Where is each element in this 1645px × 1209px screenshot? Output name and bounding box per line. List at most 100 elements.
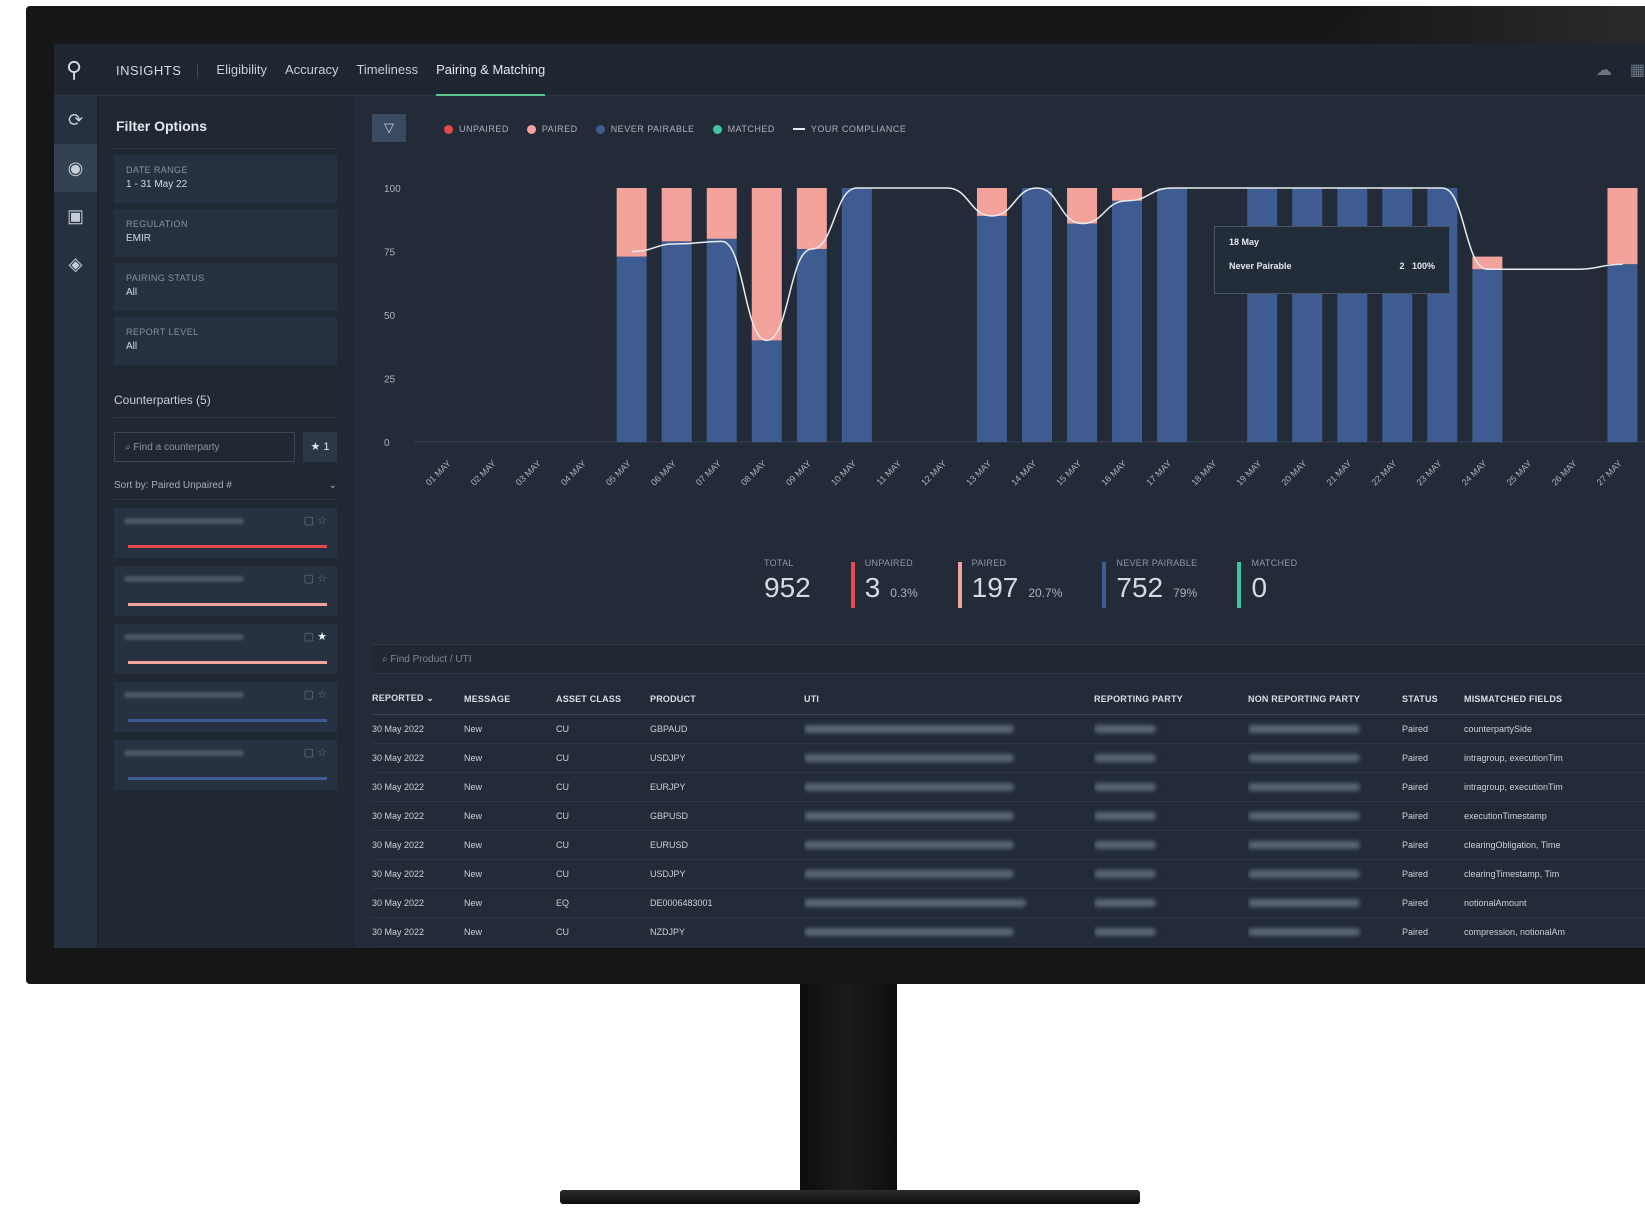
counterparty-item[interactable]: ▢ ★ bbox=[114, 624, 337, 674]
icon-rail: ⟳ ◉ ▣ ◈ bbox=[54, 96, 98, 948]
x-tick-label: 01 MAY bbox=[424, 458, 453, 487]
chevron-down-icon: ⌄ bbox=[328, 480, 337, 491]
bar-never-pairable bbox=[841, 188, 872, 442]
col-reporting-party[interactable]: REPORTING PARTY bbox=[1094, 684, 1248, 715]
redacted-value bbox=[1094, 783, 1156, 792]
counterparties-title: Counterparties (5) bbox=[114, 393, 337, 418]
bar-paired bbox=[616, 188, 647, 257]
counterparty-name-redacted bbox=[124, 634, 244, 640]
table-row[interactable]: 30 May 2022 New CU EURJPY Paired intragroup, … bbox=[372, 772, 1645, 802]
grid-icon[interactable]: ▦ bbox=[1630, 60, 1645, 80]
redacted-value bbox=[1094, 841, 1156, 850]
col-product[interactable]: PRODUCT bbox=[650, 684, 804, 715]
col-mismatched-fields[interactable]: MISMATCHED FIELDS bbox=[1464, 684, 1645, 715]
table-search-input[interactable]: ⌕ Find Product / UTI bbox=[372, 644, 1645, 674]
col-status[interactable]: STATUS bbox=[1402, 684, 1464, 715]
table-row[interactable]: 30 May 2022 New CU GBPUSD Paired executionTim… bbox=[372, 801, 1645, 831]
redacted-value bbox=[804, 899, 1026, 908]
bar-paired bbox=[706, 188, 737, 239]
legend-matched[interactable]: MATCHED bbox=[712, 124, 775, 134]
redacted-value bbox=[1248, 812, 1360, 821]
filter-value: 1 - 31 May 22 bbox=[126, 179, 188, 190]
counterparty-item[interactable]: ▢ ☆ bbox=[114, 508, 337, 558]
cell-non-reporting-party bbox=[1248, 772, 1402, 802]
eye-icon[interactable]: ◉ bbox=[54, 144, 97, 192]
favourites-button[interactable]: ★ 1 bbox=[303, 432, 337, 462]
note-icon[interactable]: ▢ bbox=[304, 515, 314, 527]
sort-dropdown[interactable]: Sort by: Paired Unpaired # ⌄ bbox=[114, 480, 337, 500]
counterparty-item[interactable]: ▢ ☆ bbox=[114, 740, 337, 790]
tab-accuracy[interactable]: Accuracy bbox=[285, 44, 338, 96]
table-row[interactable]: 30 May 2022 New CU USDJPY Paired clearingTime… bbox=[372, 859, 1645, 889]
filter-report-level[interactable]: REPORT LEVEL All bbox=[114, 317, 337, 365]
summary-stats: TOTAL 952 UNPAIRED 30.3% PAIRED 19720. bbox=[764, 558, 1297, 608]
note-icon[interactable]: ▢ bbox=[304, 631, 314, 643]
table-row[interactable]: 30 May 2022 New EQ DE0006483001 Paired notion… bbox=[372, 888, 1645, 918]
cell-status: Paired bbox=[1402, 743, 1464, 773]
x-tick-label: 06 MAY bbox=[649, 458, 678, 487]
counterparty-name-redacted bbox=[124, 750, 244, 756]
redacted-value bbox=[1248, 754, 1360, 763]
note-icon[interactable]: ▢ bbox=[304, 747, 314, 759]
col-asset-class[interactable]: ASSET CLASS bbox=[556, 684, 650, 715]
cell-product: GBPAUD bbox=[650, 714, 804, 744]
legend-compliance[interactable]: YOUR COMPLIANCE bbox=[792, 124, 907, 134]
cell-status: Paired bbox=[1402, 714, 1464, 744]
filter-label: REPORT LEVEL bbox=[126, 327, 199, 337]
table-row[interactable]: 30 May 2022 New CU NZDJPY Paired compression,… bbox=[372, 917, 1645, 947]
tab-eligibility[interactable]: Eligibility bbox=[216, 44, 267, 96]
stat-pct: 20.7% bbox=[1028, 586, 1063, 600]
col-uti[interactable]: UTI bbox=[804, 684, 1094, 715]
star-icon[interactable]: ★ bbox=[317, 631, 327, 643]
x-tick-label: 25 MAY bbox=[1505, 458, 1534, 487]
note-icon[interactable]: ▢ bbox=[304, 573, 314, 585]
counterparty-search-input[interactable]: ⌕ Find a counterparty bbox=[114, 432, 295, 462]
cell-reporting-party bbox=[1094, 772, 1248, 802]
col-non-reporting-party[interactable]: NON REPORTING PARTY bbox=[1248, 684, 1402, 715]
filter-pairing-status[interactable]: PAIRING STATUS All bbox=[114, 263, 337, 311]
top-right-tools: ☁ ▦ bbox=[1596, 60, 1645, 80]
cell-uti bbox=[804, 714, 1094, 744]
legend-paired[interactable]: PAIRED bbox=[526, 124, 578, 134]
bezel-highlight bbox=[1315, 6, 1645, 46]
filter-toggle-button[interactable]: ▽ bbox=[372, 114, 406, 142]
counterparty-item[interactable]: ▢ ☆ bbox=[114, 566, 337, 616]
star-icon[interactable]: ☆ bbox=[317, 689, 327, 701]
star-icon[interactable]: ☆ bbox=[317, 747, 327, 759]
stat-color-bar bbox=[1102, 562, 1107, 608]
table-row[interactable]: 30 May 2022 New CU USDJPY Paired intragroup, … bbox=[372, 743, 1645, 773]
legend-label: NEVER PAIRABLE bbox=[610, 124, 695, 134]
bar-paired bbox=[1607, 188, 1638, 265]
tab-pairing-matching[interactable]: Pairing & Matching bbox=[436, 44, 546, 96]
counterparty-item[interactable]: ▢ ☆ bbox=[114, 682, 337, 732]
cell-reported: 30 May 2022 bbox=[372, 743, 464, 773]
x-tick-label: 07 MAY bbox=[694, 458, 723, 487]
note-icon[interactable]: ▢ bbox=[304, 689, 314, 701]
filter-date-range[interactable]: DATE RANGE 1 - 31 May 22 bbox=[114, 155, 337, 203]
star-icon[interactable]: ☆ bbox=[317, 573, 327, 585]
col-message[interactable]: MESSAGE bbox=[464, 684, 556, 715]
cell-message: New bbox=[464, 917, 556, 947]
filter-regulation[interactable]: REGULATION EMIR bbox=[114, 209, 337, 257]
table-row[interactable]: 30 May 2022 New CU EURUSD Paired clearingObli… bbox=[372, 830, 1645, 860]
cell-status: Paired bbox=[1402, 830, 1464, 860]
refresh-icon[interactable]: ⟳ bbox=[54, 96, 97, 144]
chart-icon[interactable]: ▣ bbox=[54, 192, 97, 240]
col-reported[interactable]: REPORTED ⌄ bbox=[372, 684, 464, 715]
cell-status: Paired bbox=[1402, 859, 1464, 889]
table-row[interactable]: 30 May 2022 New CU GBPAUD Paired counterparty… bbox=[372, 714, 1645, 744]
stat-total: TOTAL 952 bbox=[764, 558, 811, 608]
stat-value: 197 bbox=[971, 572, 1019, 603]
cell-reporting-party bbox=[1094, 859, 1248, 889]
tab-timeliness[interactable]: Timeliness bbox=[356, 44, 418, 96]
cell-reporting-party bbox=[1094, 714, 1248, 744]
layers-icon[interactable]: ◈ bbox=[54, 240, 97, 288]
legend-unpaired[interactable]: UNPAIRED bbox=[444, 124, 509, 134]
star-icon[interactable]: ☆ bbox=[317, 515, 327, 527]
cloud-icon[interactable]: ☁ bbox=[1596, 60, 1612, 80]
table-body: 30 May 2022 New CU GBPAUD Paired counterparty… bbox=[372, 714, 1645, 947]
stat-label: NEVER PAIRABLE bbox=[1116, 558, 1198, 568]
legend-label: YOUR COMPLIANCE bbox=[810, 124, 907, 134]
filter-value: All bbox=[126, 341, 138, 352]
legend-never-pairable[interactable]: NEVER PAIRABLE bbox=[595, 124, 695, 134]
